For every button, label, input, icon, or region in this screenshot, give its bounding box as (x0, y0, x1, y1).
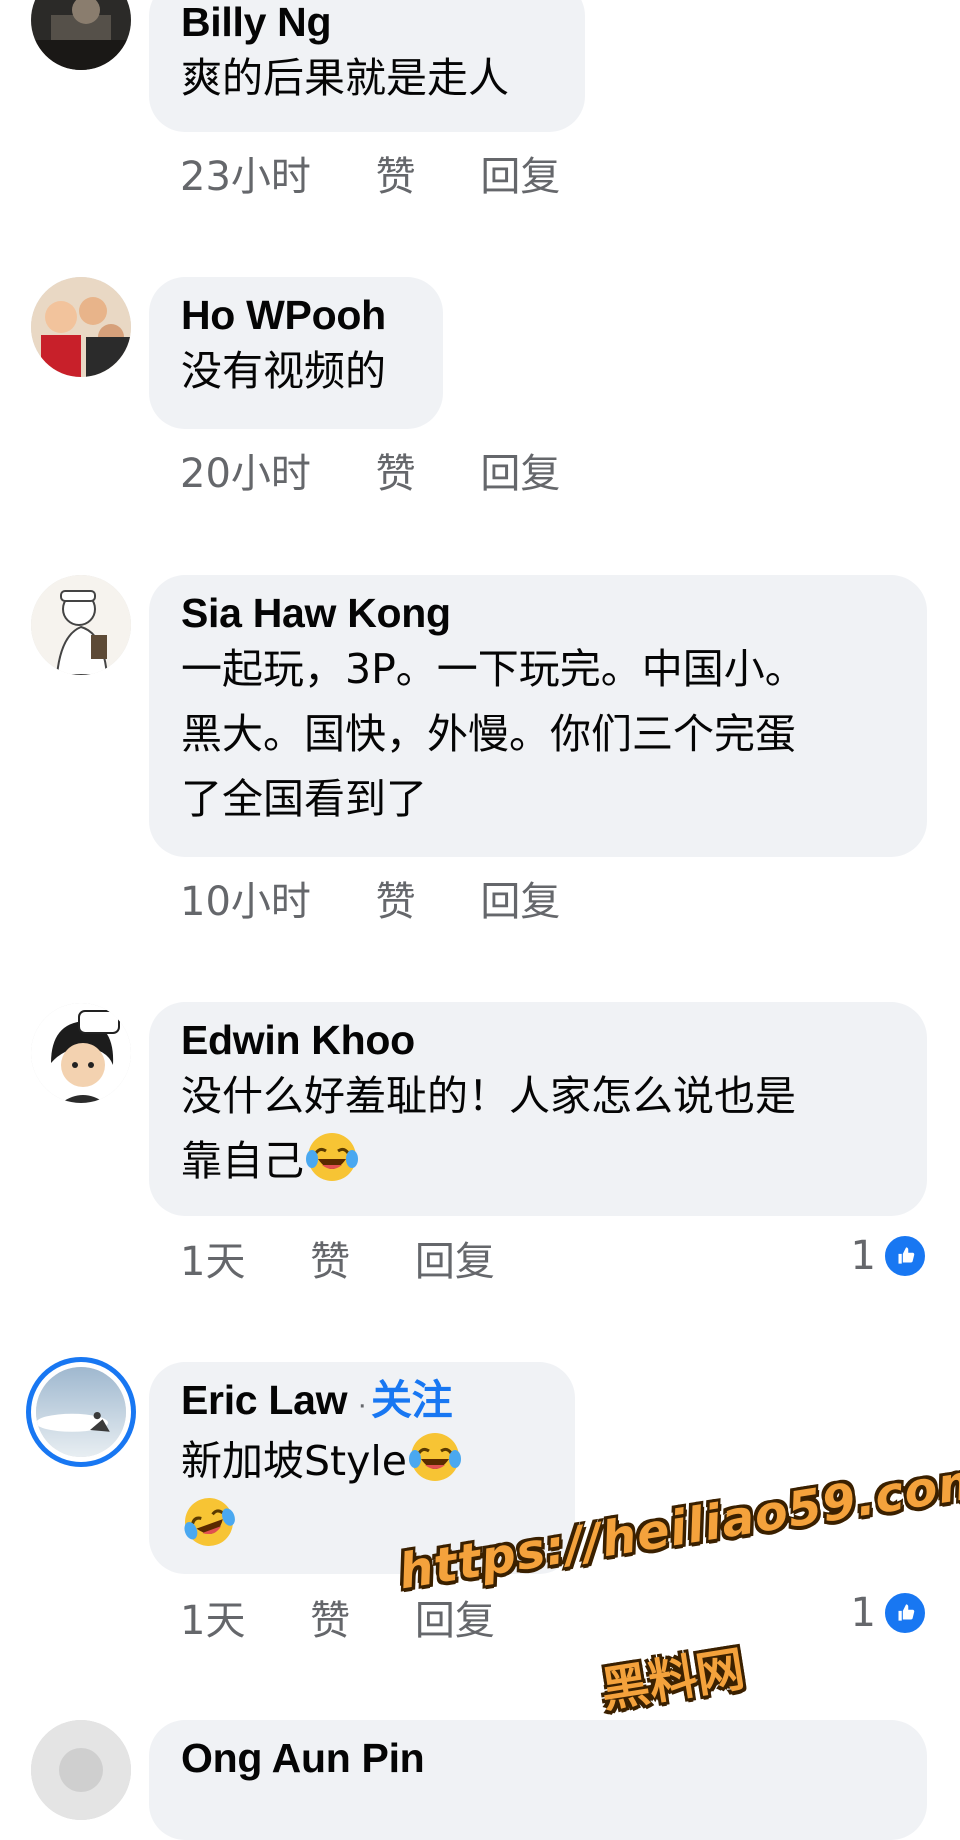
like-button[interactable]: 赞 (376, 153, 416, 201)
reaction-summary[interactable]: 1 (851, 1589, 928, 1637)
like-button[interactable]: 赞 (376, 878, 416, 926)
like-button[interactable]: 赞 (310, 1597, 350, 1645)
comment-bubble: Ho WPooh 没有视频的 (149, 277, 443, 429)
avatar[interactable] (31, 1003, 131, 1103)
commenter-name-line: Eric Law ·关注 (181, 1376, 543, 1429)
comment-bubble: Sia Haw Kong 一起玩，3P。一下玩完。中国小。 黑大。国快，外慢。你… (149, 575, 927, 857)
comment-actions: 20小时 赞 回复 (180, 450, 560, 498)
comment-bubble: Ong Aun Pin (149, 1720, 927, 1840)
reaction-count: 1 (850, 1590, 876, 1636)
avatar[interactable] (31, 0, 131, 70)
separator-dot: · (357, 1388, 367, 1421)
reply-button[interactable]: 回复 (415, 1238, 495, 1286)
comment-time[interactable]: 1天 (180, 1238, 245, 1286)
reaction-summary[interactable]: 1 (851, 1232, 928, 1280)
like-button[interactable]: 赞 (376, 450, 416, 498)
comment-text: 没什么好羞耻的！人家怎么说也是 靠自己 (181, 1072, 796, 1185)
avatar[interactable] (31, 1720, 131, 1820)
commenter-name[interactable]: Edwin Khoo (181, 1016, 895, 1064)
commenter-name[interactable]: Ho WPooh (181, 291, 411, 339)
avatar[interactable] (31, 575, 131, 675)
thumbs-up-icon (882, 1233, 928, 1279)
comment-actions: 1天 赞 回复 (180, 1597, 495, 1645)
avatar[interactable] (31, 277, 131, 377)
comment-actions: 10小时 赞 回复 (180, 878, 560, 926)
laughing-tears-emoji-icon (304, 1129, 360, 1185)
commenter-name[interactable]: Eric Law (181, 1377, 348, 1423)
comment-time[interactable]: 20小时 (180, 450, 311, 498)
reply-button[interactable]: 回复 (480, 153, 560, 201)
comment-bubble: Billy Ng 爽的后果就是走人 (149, 0, 585, 132)
thumbs-up-icon (882, 1590, 928, 1636)
comment-text: 爽的后果就是走人 (181, 54, 509, 102)
comment-time[interactable]: 10小时 (180, 878, 311, 926)
watermark-label: 黑料网 (597, 1641, 749, 1719)
comment-bubble: Edwin Khoo 没什么好羞耻的！人家怎么说也是 靠自己 (149, 1002, 927, 1216)
avatar[interactable] (36, 1367, 126, 1457)
comment-text: 一起玩，3P。一下玩完。中国小。 黑大。国快，外慢。你们三个完蛋 了全国看到了 (181, 645, 806, 823)
laughing-tears-emoji-icon (407, 1429, 463, 1485)
commenter-name[interactable]: Sia Haw Kong (181, 589, 895, 637)
comment-time[interactable]: 23小时 (180, 153, 311, 201)
follow-button[interactable]: 关注 (371, 1377, 453, 1423)
laughing-tears-emoji-icon (173, 1486, 245, 1558)
commenter-name[interactable]: Ong Aun Pin (181, 1734, 895, 1782)
reaction-count: 1 (850, 1233, 876, 1279)
commenter-name[interactable]: Billy Ng (181, 0, 553, 46)
reply-button[interactable]: 回复 (480, 878, 560, 926)
reply-button[interactable]: 回复 (480, 450, 560, 498)
reply-button[interactable]: 回复 (415, 1597, 495, 1645)
comment-actions: 1天 赞 回复 (180, 1238, 495, 1286)
comment-time[interactable]: 1天 (180, 1597, 245, 1645)
like-button[interactable]: 赞 (310, 1238, 350, 1286)
comment-text: 没有视频的 (181, 347, 386, 395)
comment-actions: 23小时 赞 回复 (180, 153, 560, 201)
